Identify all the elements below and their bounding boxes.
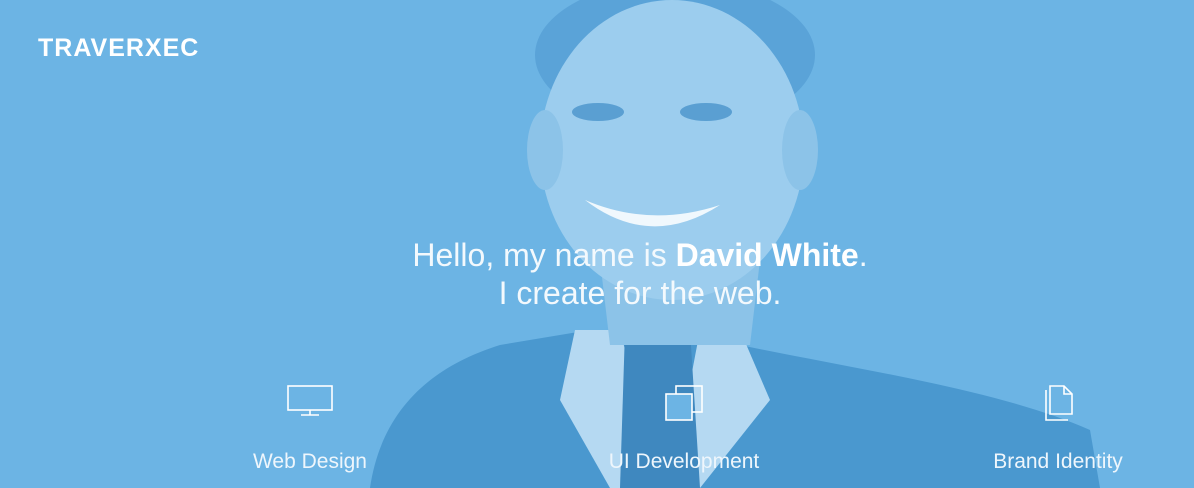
brand-logo[interactable]: TRAVERXEC <box>38 34 199 63</box>
service-web-design[interactable]: Web Design <box>190 384 430 474</box>
hero-tagline: Hello, my name is David White. I create … <box>0 236 1194 312</box>
greeting-prefix: Hello, my name is <box>412 237 676 273</box>
service-label: UI Development <box>608 450 760 473</box>
service-label: Web Design <box>252 450 367 473</box>
monitor-icon <box>190 384 430 424</box>
service-ui-development[interactable]: UI Development <box>564 384 804 474</box>
hero-greeting-line: Hello, my name is David White. <box>0 236 1194 274</box>
hero-section: TRAVERXEC Hello, my name is David White.… <box>0 0 1194 488</box>
service-label: Brand Identity <box>993 450 1123 473</box>
stacked-windows-icon <box>564 384 804 424</box>
hero-name: David White <box>675 237 859 273</box>
documents-icon <box>938 384 1178 424</box>
service-brand-identity[interactable]: Brand Identity <box>938 384 1178 474</box>
greeting-suffix: . <box>858 237 868 273</box>
hero-subtitle: I create for the web. <box>498 275 782 311</box>
